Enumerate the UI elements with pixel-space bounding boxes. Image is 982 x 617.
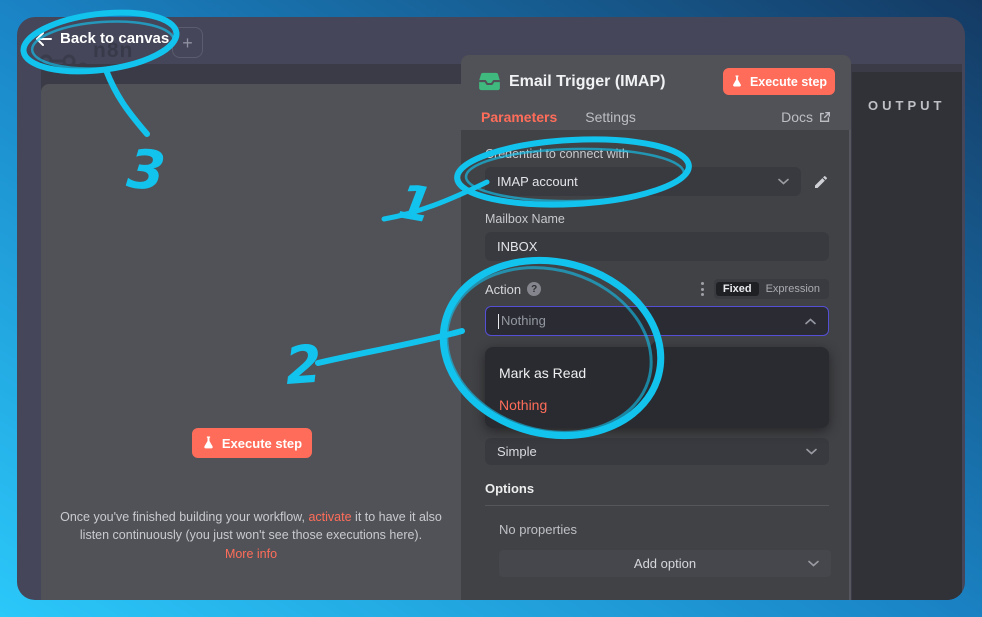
input-execute-step-label: Execute step [222, 436, 302, 451]
chevron-up-icon [805, 318, 816, 325]
no-properties-text: No properties [499, 522, 829, 537]
plus-icon: + [182, 34, 193, 52]
mailbox-label: Mailbox Name [485, 212, 829, 226]
add-option-label: Add option [634, 556, 696, 571]
action-select[interactable]: Nothing [485, 306, 829, 336]
action-row: Action ? Fixed Expression [485, 279, 829, 299]
mailbox-input[interactable]: INBOX [485, 232, 829, 261]
node-settings-panel: Email Trigger (IMAP) Execute step Parame… [461, 55, 851, 600]
credential-select[interactable]: IMAP account [485, 167, 801, 196]
docs-label: Docs [781, 109, 813, 125]
external-link-icon [819, 111, 831, 123]
input-execute-step-button[interactable]: Execute step [192, 428, 312, 458]
screenshot-stage: n8n Back to canvas + Execute step Once y… [0, 0, 982, 617]
text-cursor [498, 314, 499, 329]
help-icon[interactable]: ? [527, 282, 541, 296]
option-mark-as-read[interactable]: Mark as Read [485, 357, 829, 389]
mode-fixed[interactable]: Fixed [716, 282, 759, 296]
kebab-menu-icon[interactable] [691, 282, 714, 296]
credential-value: IMAP account [497, 174, 578, 189]
option-nothing[interactable]: Nothing [485, 389, 829, 421]
action-value-text: Nothing [501, 313, 546, 328]
pencil-icon[interactable] [813, 174, 829, 190]
more-info-link[interactable]: More info [59, 545, 443, 563]
back-to-canvas-label: Back to canvas [60, 30, 169, 47]
output-panel: OUTPUT [852, 72, 962, 600]
parameters-pane: Credential to connect with IMAP account … [461, 130, 851, 600]
input-panel: Execute step Once you've finished buildi… [41, 84, 461, 600]
app-window: n8n Back to canvas + Execute step Once y… [17, 17, 965, 600]
back-arrow-icon [35, 32, 52, 46]
hint-text-before: Once you've finished building your workf… [60, 510, 308, 524]
mode-expression[interactable]: Expression [759, 282, 827, 296]
add-tab-button[interactable]: + [172, 27, 203, 58]
chevron-down-icon [806, 448, 817, 455]
hint-activate-word: activate [308, 510, 351, 524]
action-label: Action [485, 282, 521, 297]
output-title: OUTPUT [868, 98, 962, 113]
action-value: Nothing [498, 313, 546, 329]
chevron-down-icon [778, 178, 789, 185]
format-select[interactable]: Simple [485, 438, 829, 465]
chevron-down-icon [808, 560, 819, 567]
action-dropdown-menu: Mark as Read Nothing [485, 347, 829, 428]
credential-row: IMAP account [485, 167, 829, 196]
node-execute-step-button[interactable]: Execute step [723, 68, 835, 95]
fixed-expression-toggle: Fixed Expression [714, 279, 829, 299]
flask-icon [202, 436, 215, 450]
format-value: Simple [497, 444, 537, 459]
email-inbox-icon [479, 72, 500, 91]
node-title: Email Trigger (IMAP) [509, 73, 714, 91]
node-header: Email Trigger (IMAP) Execute step [461, 55, 851, 103]
credential-label: Credential to connect with [485, 147, 829, 161]
back-to-canvas-button[interactable]: Back to canvas [35, 30, 169, 47]
flask-icon [731, 75, 743, 88]
mailbox-value: INBOX [497, 239, 537, 254]
activation-hint: Once you've finished building your workf… [59, 508, 443, 563]
add-option-button[interactable]: Add option [499, 550, 831, 577]
node-execute-step-label: Execute step [750, 75, 827, 89]
options-section-label: Options [485, 481, 829, 506]
